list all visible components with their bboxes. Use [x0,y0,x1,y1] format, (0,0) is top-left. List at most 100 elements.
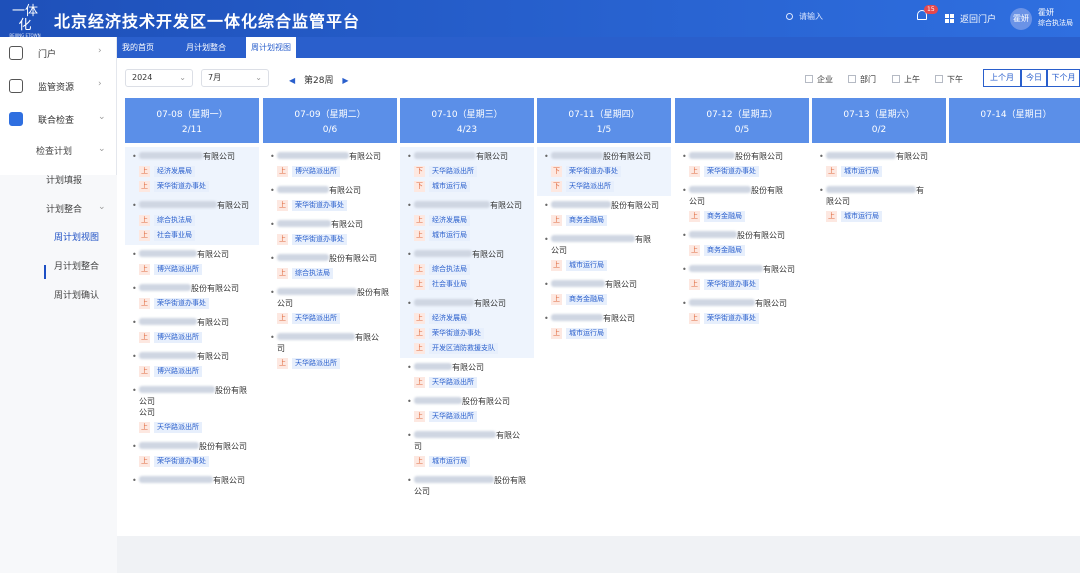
plan-card[interactable]: • 股份有限公司下荣华街道办事处下天华路派出所 [537,147,671,196]
tab-home[interactable]: 我的首页 [117,37,159,58]
next-month-button[interactable]: 下个月 [1047,69,1080,87]
plan-card[interactable]: • 股份有限公司 公司上天华路派出所 [125,381,259,437]
grid-icon [945,14,954,23]
card-list: • 有限公司上博兴路派出所 • 有限公司上荣华街道办事处 • 有限公司上荣华街道办事处 • 股… [263,143,397,373]
card-list: • 有限公司上城市运行局 • 有限公司上城市运行局 [812,143,946,226]
plan-card[interactable]: • 股份有限公司上荣华街道办事处 [675,147,809,181]
day-header: 07-09（星期二） 0/6 [263,98,397,143]
prev-month-button[interactable]: 上个月 [983,69,1021,87]
company-suffix: 有限公司 [217,201,249,210]
plan-card[interactable]: • 股份有限公司上天华路派出所 [263,283,397,328]
plan-card[interactable]: • 股份有限公司上综合执法局 [263,249,397,283]
filter-company[interactable]: 企业 [805,74,833,85]
next-week-icon[interactable]: ▶ [342,76,348,85]
dept-tag: 天华路派出所 [429,166,477,177]
dept-row: 上社会事业局 [139,229,251,241]
prev-week-icon[interactable]: ◀ [289,76,295,85]
today-button[interactable]: 今日 [1021,69,1047,87]
plan-card[interactable]: • 有限公司上城市运行局 [537,309,671,343]
day-date: 07-09（星期二） [294,110,366,120]
chevron-down-icon: ⌄ [98,202,106,212]
menu-check-plan[interactable]: 检查计划 ⌄ [36,144,106,157]
plan-card[interactable]: • 有限公司上经济发展局上城市运行局 [400,196,534,245]
menu-week-view[interactable]: 周计划视图 [54,230,99,243]
menu-plan-fill[interactable]: 计划填报 [46,173,82,186]
dept-tag: 天华路派出所 [429,377,477,388]
company-suffix: 股份有限 [751,186,783,195]
redacted-name [139,318,197,325]
year-select[interactable]: 2024 ⌄ [125,69,193,87]
plan-card[interactable]: • 有限公司上荣华街道办事处 [263,215,397,249]
plan-card[interactable]: • 有限公司上荣华街道办事处 [675,260,809,294]
dept-tag: 博兴路派出所 [292,166,340,177]
bullet: • [544,314,549,323]
month-select[interactable]: 7月 ⌄ [201,69,269,87]
plan-card[interactable]: • 股份有限 公司 [400,471,534,501]
plan-card[interactable]: • 有限公司上经济发展局上荣华街道办事处 [125,147,259,196]
bullet: • [407,363,412,372]
dept-tag: 博兴路派出所 [154,366,202,377]
session-badge: 上 [139,181,150,192]
plan-card[interactable]: • 有限公司下天华路派出所下城市运行局 [400,147,534,196]
plan-card[interactable]: • 有限公司上博兴路派出所 [125,245,259,279]
dept-tag: 城市运行局 [429,230,470,241]
platform-title: 北京经济技术开发区一体化综合监管平台 [54,12,361,31]
bullet: • [132,386,137,395]
plan-card[interactable]: • 有限公司上博兴路派出所 [125,347,259,381]
tab-week-view[interactable]: 周计划视图 [246,37,296,58]
company-suffix-line2: 公司 [139,408,155,417]
plan-card[interactable]: • 有限公司上荣华街道办事处 [263,181,397,215]
user-info[interactable]: 霍妍 综合执法局 [1038,7,1073,29]
dept-row: 上城市运行局 [826,210,938,222]
plan-card[interactable]: • 股份有限公司上荣华街道办事处 [125,437,259,471]
company-suffix: 股份有限公司 [191,284,239,293]
plan-card[interactable]: • 有限公司上城市运行局 [537,230,671,275]
plan-card[interactable]: • 有限公司上天华路派出所 [400,358,534,392]
plan-card[interactable]: • 股份有限公司上商务金融局 [537,196,671,230]
avatar[interactable]: 霍妍 [1010,8,1032,30]
plan-card[interactable]: • 股份有限公司上荣华街道办事处 [125,279,259,313]
dept-tag: 荣华街道办事处 [154,181,209,192]
filter-label: 企业 [817,75,833,84]
plan-card[interactable]: • 有限公司上天华路派出所 [263,328,397,373]
plan-card[interactable]: • 有限公司上商务金融局 [537,275,671,309]
plan-card[interactable]: • 有限公司上博兴路派出所 [125,313,259,347]
plan-card[interactable]: • 有限公司上经济发展局上荣华街道办事处上开发区消防救援支队 [400,294,534,358]
back-portal-button[interactable]: 返回门户 [945,12,996,25]
plan-card[interactable]: • 有限公司上综合执法局上社会事业局 [125,196,259,245]
sidebar-item-portal[interactable]: 门户 › [0,37,117,69]
filter-morning[interactable]: 上午 [892,74,920,85]
plan-card[interactable]: • 股份有限公司上天华路派出所 [400,392,534,426]
card-list: • 股份有限公司上荣华街道办事处 • 股份有限 公司上商务金融局 • 股份有限公司上商务金融… [675,143,809,328]
plan-card[interactable]: • 股份有限公司上商务金融局 [675,226,809,260]
dept-row: 上荣华街道办事处 [689,312,801,324]
session-badge: 上 [277,166,288,177]
day-date: 07-08（星期一） [156,110,228,120]
filter-afternoon[interactable]: 下午 [935,74,963,85]
redacted-name [277,152,349,159]
bullet: • [544,235,549,244]
menu-month-integrate[interactable]: 月计划整合 [54,259,99,272]
menu-week-confirm[interactable]: 周计划确认 [54,288,99,301]
plan-card[interactable]: • 有限公司上城市运行局 [812,181,946,226]
bullet: • [132,318,137,327]
bullet: • [270,220,275,229]
plan-card[interactable]: • 有限公司上城市运行局 [812,147,946,181]
plan-card[interactable]: • 有限公司上博兴路派出所 [263,147,397,181]
tab-month-integrate[interactable]: 月计划整合 [181,37,231,58]
plan-card[interactable]: • 有限公司 [125,471,259,490]
dept-tag: 博兴路派出所 [154,264,202,275]
plan-card[interactable]: • 有限公司上综合执法局上社会事业局 [400,245,534,294]
menu-plan-integrate[interactable]: 计划整合 ⌄ [46,202,106,215]
plan-card[interactable]: • 有限公司上城市运行局 [400,426,534,471]
dept-tag: 荣华街道办事处 [292,200,347,211]
session-badge: 下 [551,181,562,192]
plan-card[interactable]: • 股份有限公司上商务金融局 [675,181,809,226]
plan-card[interactable]: • 有限公司上荣华街道办事处 [675,294,809,328]
sidebar-item-resources[interactable]: 监管资源 › [0,70,117,102]
session-badge: 上 [551,215,562,226]
search-input[interactable]: 请输入 [786,11,896,27]
etown-logo[interactable]: 一体化 BEIJING ETOWN [6,5,44,39]
filter-department[interactable]: 部门 [848,74,876,85]
sidebar-item-joint-inspection[interactable]: 联合检查 ⌄ [0,103,117,135]
